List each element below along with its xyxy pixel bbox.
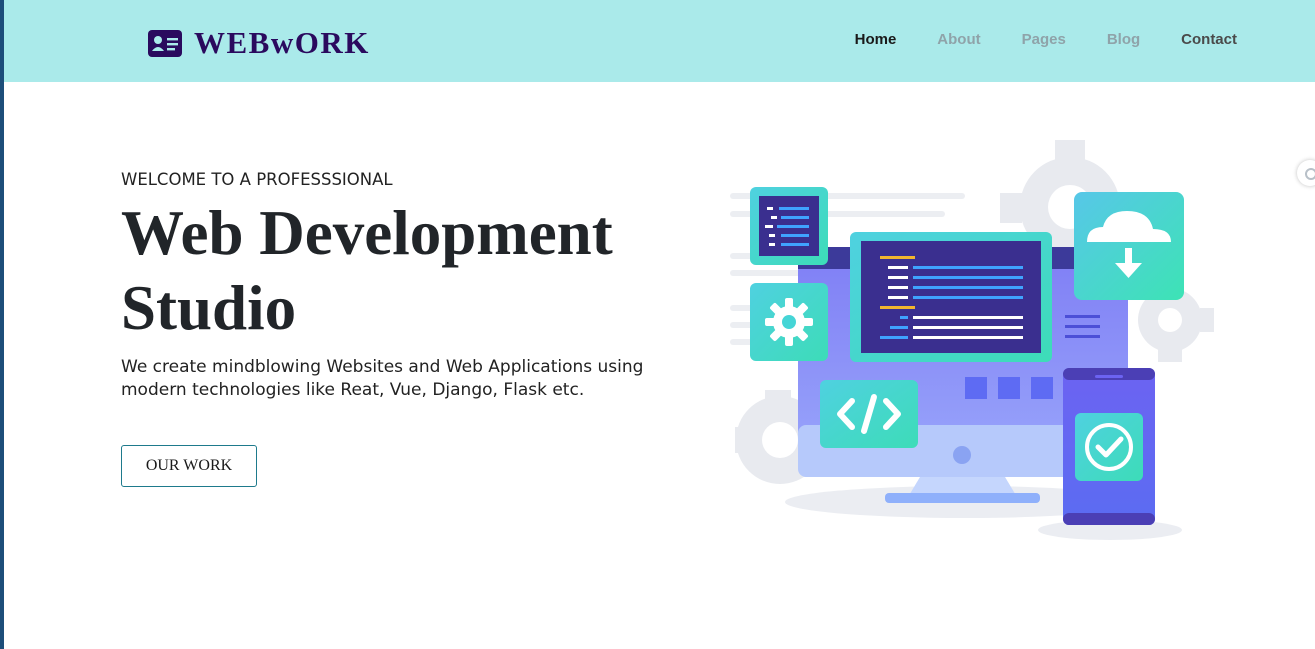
nav-pages[interactable]: Pages xyxy=(1022,31,1066,48)
settings-card-illustration xyxy=(750,283,828,361)
settings-gear-icon xyxy=(765,298,813,346)
hero-title: Web Development Studio xyxy=(121,196,681,346)
side-toggle-button[interactable] xyxy=(1297,160,1315,186)
brand-logo[interactable]: WEBwORK xyxy=(148,25,370,61)
brand-name: WEBwORK xyxy=(194,25,370,60)
hero-section: WELCOME TO A PROFESSSIONAL Web Developme… xyxy=(121,170,681,402)
hero-description: We create mindblowing Websites and Web A… xyxy=(121,357,644,400)
nav-contact[interactable]: Contact xyxy=(1181,31,1237,48)
hero-title-line1: Web Development xyxy=(121,198,613,268)
document-card-illustration xyxy=(750,187,828,265)
main-nav: Home About Pages Blog Contact xyxy=(814,31,1237,48)
navbar: WEBwORK Home About Pages Blog Contact xyxy=(4,0,1315,82)
nav-blog[interactable]: Blog xyxy=(1107,31,1140,48)
cloud-download-card-illustration xyxy=(1074,192,1184,300)
phone-illustration xyxy=(1063,368,1155,525)
hero-title-line2: Studio xyxy=(121,273,297,343)
web-development-illustration xyxy=(730,140,1214,540)
hero-eyebrow: WELCOME TO A PROFESSSIONAL xyxy=(121,170,393,189)
our-work-button[interactable]: OUR WORK xyxy=(121,445,257,487)
code-window-illustration xyxy=(850,232,1052,362)
id-card-icon xyxy=(148,29,182,57)
nav-home[interactable]: Home xyxy=(855,31,897,48)
nav-about[interactable]: About xyxy=(937,31,980,48)
code-tag-card-illustration xyxy=(820,380,918,448)
left-edge-bar xyxy=(0,0,4,649)
